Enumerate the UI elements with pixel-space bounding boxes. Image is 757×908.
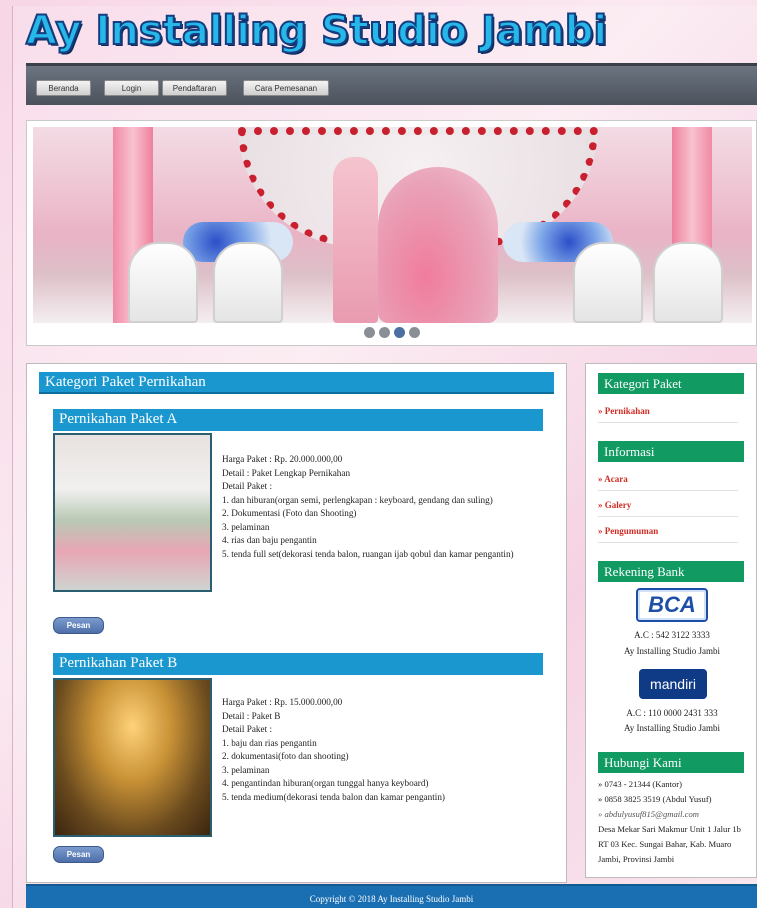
nav-cara-pemesanan-button[interactable]: Cara Pemesanan: [243, 80, 329, 96]
sidebar-link-galery[interactable]: » Galery: [598, 500, 738, 517]
nav-pendaftaran-button[interactable]: Pendaftaran: [162, 80, 227, 96]
main-nav: Beranda Login Pendaftaran Cara Pemesanan: [26, 63, 757, 105]
mandiri-holder: Ay Installing Studio Jambi: [624, 723, 720, 733]
package-b-image[interactable]: [53, 678, 212, 837]
sidebar-link-pernikahan[interactable]: » Pernikahan: [598, 406, 738, 423]
image-slider[interactable]: [26, 120, 757, 346]
slide-wedding-photo: [33, 127, 752, 323]
page-title: Kategori Paket Pernikahan: [39, 372, 554, 394]
bca-logo: BCA: [636, 588, 708, 622]
package-a-details: Harga Paket : Rp. 20.000.000,00 Detail :…: [222, 454, 514, 559]
sidebar-kategori-title: Kategori Paket: [598, 373, 744, 394]
package-b-title[interactable]: Pernikahan Paket B: [53, 653, 543, 675]
slider-dot[interactable]: [378, 327, 390, 338]
slider-dot[interactable]: [408, 327, 420, 338]
package-b-details: Harga Paket : Rp. 15.000.000,00 Detail :…: [222, 697, 445, 802]
package-a-title[interactable]: Pernikahan Paket A: [53, 409, 543, 431]
bca-holder: Ay Installing Studio Jambi: [624, 646, 720, 656]
contact-phone-office: » 0743 - 21344 (Kantor): [598, 779, 683, 789]
slider-dot[interactable]: [363, 327, 375, 338]
sidebar-kontak-title: Hubungi Kami: [598, 752, 744, 773]
mandiri-account: A.C : 110 0000 2431 333: [626, 708, 718, 718]
slider-dot-active[interactable]: [393, 327, 405, 338]
sidebar-informasi-title: Informasi: [598, 441, 744, 462]
sidebar-link-pengumuman[interactable]: » Pengumuman: [598, 526, 738, 543]
sidebar-link-acara[interactable]: » Acara: [598, 474, 738, 491]
nav-beranda-button[interactable]: Beranda: [36, 80, 91, 96]
contact-email[interactable]: » abdulyusuf815@gmail.com: [598, 807, 750, 822]
site-logo[interactable]: Ay Installing Studio Jambi: [25, 7, 608, 64]
contact-info: » 0743 - 21344 (Kantor) » 0858 3825 3519…: [598, 777, 750, 867]
bca-account: A.C : 542 3122 3333: [634, 630, 710, 640]
sidebar: Kategori Paket » Pernikahan Informasi » …: [585, 363, 757, 878]
contact-address: Desa Mekar Sari Makmur Unit 1 Jalur 1b R…: [598, 824, 741, 864]
mandiri-logo: mandiri: [639, 669, 707, 699]
pesan-button-a[interactable]: Pesan: [53, 617, 104, 634]
pesan-button-b[interactable]: Pesan: [53, 846, 104, 863]
contact-phone-mobile: » 0858 3825 3519 (Abdul Yusuf): [598, 794, 712, 804]
package-a-image[interactable]: [53, 433, 212, 592]
nav-login-button[interactable]: Login: [104, 80, 159, 96]
sidebar-rekening-title: Rekening Bank: [598, 561, 744, 582]
main-content: Kategori Paket Pernikahan Pernikahan Pak…: [26, 363, 567, 883]
slider-dots: [27, 327, 756, 338]
footer-copyright: Copyright © 2018 Ay Installing Studio Ja…: [26, 884, 757, 908]
